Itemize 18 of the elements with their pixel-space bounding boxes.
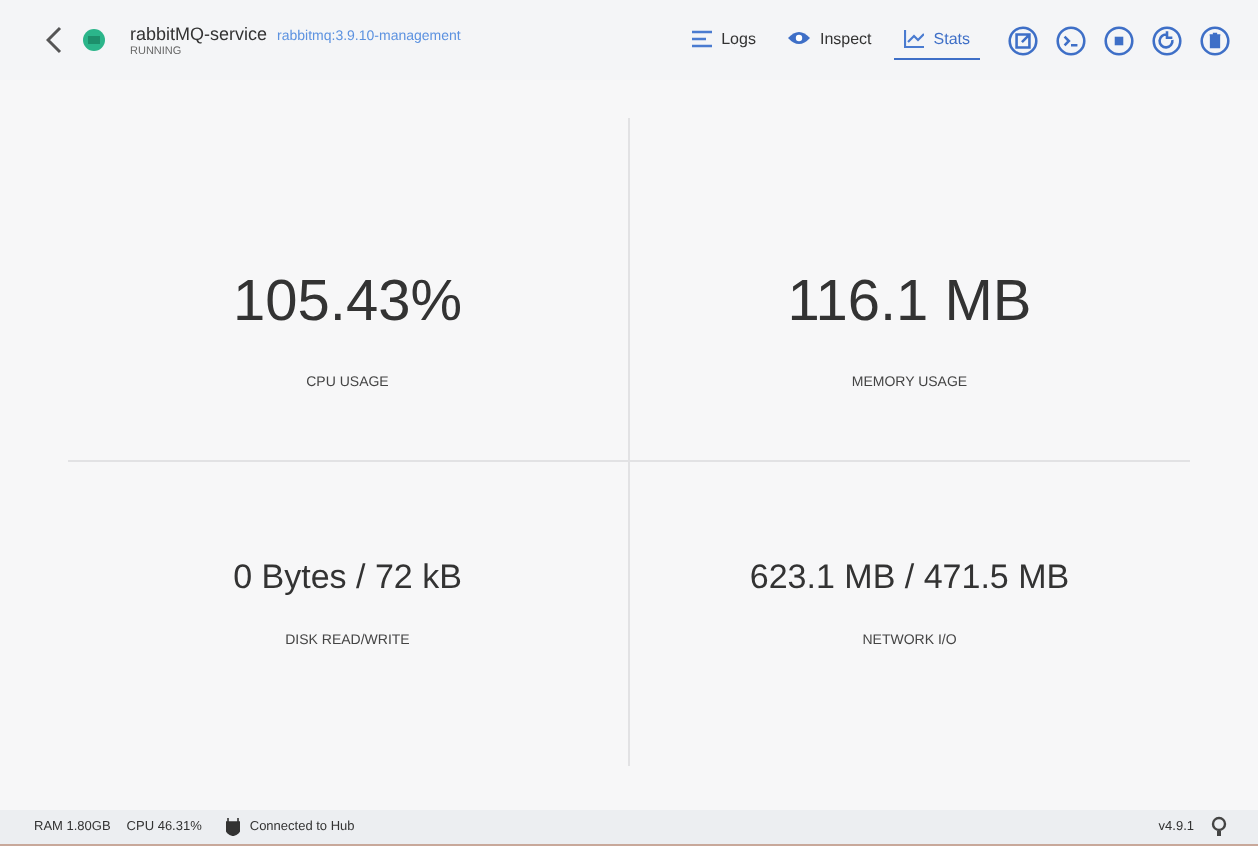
- list-icon: [691, 29, 712, 47]
- stat-value: 623.1 MB / 471.5 MB: [749, 557, 1070, 597]
- container-name: rabbitMQ-service: [130, 23, 268, 43]
- stat-value: 116.1 MB: [787, 269, 1032, 335]
- stop-icon[interactable]: [1104, 25, 1134, 55]
- stat-value: 105.43%: [233, 269, 462, 335]
- line-chart-icon: [903, 29, 924, 47]
- restart-icon[interactable]: [1152, 25, 1182, 55]
- tab[interactable]: Stats: [893, 21, 980, 59]
- stat-value: 0 Bytes / 72 kB: [233, 557, 462, 597]
- plug-icon: [225, 818, 240, 836]
- tab[interactable]: Inspect: [777, 21, 882, 59]
- eye-icon: [787, 30, 810, 46]
- terminal-icon[interactable]: [1056, 25, 1086, 55]
- tab[interactable]: Logs: [681, 21, 766, 59]
- container-icon: [82, 28, 106, 52]
- open-external-icon[interactable]: [1008, 25, 1038, 55]
- back-icon[interactable]: [46, 26, 62, 54]
